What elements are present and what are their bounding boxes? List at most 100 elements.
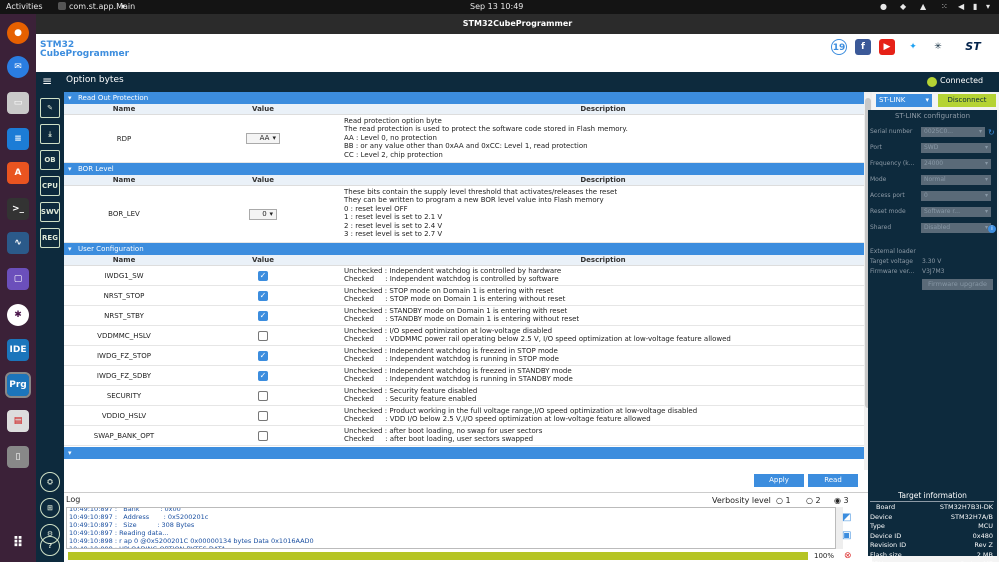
option-checkbox[interactable] [258,430,268,441]
rdp-select[interactable]: AA [246,133,280,144]
option-checkbox[interactable] [258,390,268,401]
activities-button[interactable]: Activities [6,2,43,11]
cancel-icon[interactable]: ⊗ [844,551,852,561]
stlink-field-select[interactable]: Disabled ▾ [921,223,991,233]
stm32-ide-icon[interactable]: IDE [7,339,29,361]
security-icon[interactable]: ⛭ [40,472,60,492]
option-checkbox[interactable]: ✓ [258,290,268,301]
stlink-field-select[interactable]: 24000 ▾ [921,159,991,169]
st-logo-icon[interactable]: ST [956,39,990,55]
apply-button[interactable]: Apply [754,474,804,487]
stlink-field-select[interactable]: SWD ▾ [921,143,991,153]
network-icon[interactable]: ⁙ [941,2,948,11]
option-checkbox[interactable] [258,410,268,421]
verbosity-radio-3[interactable]: ◉ 3 [834,496,849,505]
shield-icon[interactable]: ◆ [900,2,906,11]
twitter-icon[interactable]: ✦ [905,39,921,55]
chevron-down-icon: ▾ [984,160,988,167]
stm32-programmer-icon[interactable]: Prg [5,372,31,398]
divider [870,501,994,502]
option-bytes-panel: Read Out Protection Name Value Descripti… [64,92,864,470]
facebook-icon[interactable]: f [855,39,871,55]
refresh-icon[interactable]: ↻ [988,128,995,137]
info-icon[interactable]: i [988,225,996,233]
option-description: Unchecked : after boot loading, no swap … [344,427,543,444]
stlink-field-select[interactable]: 0025C0... ▾ [921,127,985,137]
option-name: BOR_LEV [108,210,140,218]
target-info-label: Flash size [870,550,902,559]
menu-icon[interactable]: ≡ [42,75,58,88]
stlink-field-select[interactable]: Normal ▾ [921,175,991,185]
stlink-field-label: Reset mode [870,208,906,215]
option-bytes-label: OB [44,156,56,164]
stlink-field-select[interactable]: 0 ▾ [921,191,991,201]
registers-label: REG [42,234,58,242]
log-panel: Log Verbosity level ○ 1 ○ 2 ◉ 3 10:49:10… [64,492,872,562]
flame-icon[interactable]: ▲ [920,2,926,11]
column-value: Value [252,105,274,113]
firmware-upgrade-button[interactable]: Firmware upgrade [922,279,993,290]
battery-icon[interactable]: ▮ [973,2,977,11]
monitor-icon[interactable]: ∿ [7,232,29,254]
stlink-field-select[interactable]: Software r... ▾ [921,207,991,217]
interface-value: ST-LINK [879,96,906,104]
terminal-icon[interactable]: >_ [7,198,29,220]
active-app-label[interactable]: com.st.app.Main [69,2,135,11]
chrome-icon[interactable]: ● [880,2,887,11]
option-checkbox[interactable] [258,330,268,341]
youtube-icon[interactable]: ▶ [879,39,895,55]
registers-icon[interactable]: REG [40,228,60,248]
option-name: NRST_STOP [103,291,145,300]
elf-icon[interactable]: ⊞ [40,498,60,518]
stlink-info-value: V3J7M3 [922,268,945,275]
chevron-down-icon[interactable]: ▾ [121,2,125,11]
software-center-icon[interactable]: A [7,162,29,184]
anniversary-icon[interactable]: 19 [831,39,847,55]
log-output[interactable]: 10:49:10:897 : Bank : 0x00 10:49:10:897 :… [66,507,836,549]
system-menu-icon[interactable]: ▾ [986,2,990,11]
impress-icon[interactable]: ▤ [7,410,29,432]
stlink-info-value: 3.30 V [922,258,942,265]
network-star-icon[interactable]: ✳ [930,39,946,55]
writer-icon[interactable]: ≡ [7,128,29,150]
verbosity-radio-1[interactable]: ○ 1 [776,496,791,505]
save-log-icon[interactable]: ▣ [842,530,851,541]
download-icon[interactable]: ⤓ [40,124,60,144]
help-icon[interactable]: ? [40,536,60,556]
target-info-value: STM32H7B3I-DK [939,503,993,511]
app-icon [58,2,66,10]
option-bytes-icon[interactable]: OB [40,150,60,170]
stlink-field-label: Port [870,144,882,151]
option-checkbox[interactable]: ✓ [258,370,268,381]
target-info-title: Target information [898,491,967,500]
stlink-field-value: 24000 [924,160,944,167]
verbosity-radio-2[interactable]: ○ 2 [806,496,821,505]
disconnect-button[interactable]: Disconnect [938,94,996,107]
option-checkbox[interactable]: ✓ [258,350,268,361]
clock[interactable]: Sep 13 10:49 [470,2,523,11]
thunderbird-icon[interactable]: ✉ [7,56,29,78]
firefox-icon[interactable]: ● [7,22,29,44]
volume-icon[interactable]: ◀ [958,2,964,11]
clear-log-icon[interactable]: ◩ [842,512,851,523]
bor-level-select[interactable]: 0 [249,208,277,220]
section-bor-level[interactable]: BOR Level [64,163,864,175]
usb-drive-icon[interactable]: ▯ [7,446,29,468]
files-icon[interactable]: ▭ [7,92,29,114]
swv-icon[interactable]: SWV [40,202,60,222]
section-title: BOR Level [78,165,114,173]
option-checkbox[interactable]: ✓ [258,310,268,321]
edit-icon[interactable]: ✎ [40,98,60,118]
section-user-configuration[interactable]: User Configuration [64,243,864,255]
section-collapsed[interactable] [64,447,864,459]
stlink-info-label: Firmware ver... [870,268,915,275]
screenshot-icon[interactable]: ▢ [7,268,29,290]
show-apps-icon[interactable]: ⠿ [7,532,29,554]
slack-icon[interactable]: ✱ [7,304,29,326]
cpu-icon[interactable]: CPU [40,176,60,196]
section-read-out-protection[interactable]: Read Out Protection [64,92,864,104]
option-checkbox[interactable]: ✓ [258,270,268,281]
column-header-row: Name Value Description [64,104,864,115]
read-button[interactable]: Read [808,474,858,487]
interface-select[interactable]: ST-LINK ▾ [876,94,932,107]
